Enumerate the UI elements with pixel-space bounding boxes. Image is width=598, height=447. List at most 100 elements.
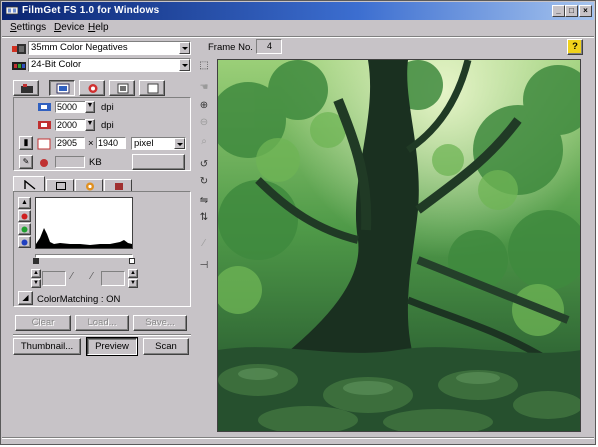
frame-icon (117, 83, 129, 94)
maximize-button[interactable]: □ (565, 5, 578, 17)
file-size-unit: KB (89, 157, 102, 168)
white-point-up[interactable]: ▲ (128, 269, 138, 278)
tab-histogram[interactable] (13, 176, 45, 192)
scanner-icon (21, 84, 33, 93)
black-point-field (42, 271, 66, 286)
color-matching-label: ColorMatching : ON (37, 294, 121, 305)
zoom-in-icon[interactable]: ⊕ (197, 99, 211, 113)
width-field[interactable]: 2905 (55, 137, 85, 149)
frame-tab-button[interactable] (109, 80, 135, 96)
levels-slider-track[interactable] (35, 254, 133, 258)
help-button[interactable]: ? (567, 39, 583, 55)
height-field[interactable]: 1940 (96, 137, 126, 149)
brush-icon: ✎ (22, 157, 30, 166)
scanner-tab-button[interactable] (13, 80, 39, 96)
file-size-icon (40, 159, 48, 167)
question-icon: ? (572, 41, 578, 52)
window-title: FilmGet FS 1.0 for Windows (22, 5, 160, 16)
save-button[interactable]: Save... (133, 315, 187, 331)
chevron-down-icon[interactable] (179, 59, 190, 71)
menu-help[interactable]: Help (88, 22, 109, 33)
thumbnail-button[interactable]: Thumbnail... (13, 338, 81, 355)
black-point-down[interactable]: ▼ (31, 279, 41, 288)
clear-button[interactable]: Clear (15, 315, 71, 331)
input-dpi-unit: dpi (101, 102, 114, 113)
zoom-out-icon[interactable]: ⊖ (197, 116, 211, 130)
rotate-left-icon[interactable]: ↺ (197, 158, 211, 172)
white-point-field (101, 271, 125, 286)
title-bar[interactable]: FilmGet FS 1.0 for Windows _ □ × (2, 2, 594, 20)
app-window: FilmGet FS 1.0 for Windows _ □ × Setting… (0, 0, 596, 445)
app-icon (6, 6, 18, 15)
menu-bar: Settings Device Help (2, 21, 594, 37)
load-button[interactable]: Load... (75, 315, 129, 331)
output-resolution-icon (38, 121, 51, 129)
blue-channel-icon (21, 239, 28, 246)
size-icon (37, 138, 51, 150)
times-sign: × (88, 138, 94, 149)
color-mode-icon (12, 62, 26, 70)
histogram-icon (24, 180, 36, 190)
add-button[interactable] (132, 154, 185, 170)
white-eyedropper-icon[interactable]: ⁄ (91, 271, 93, 282)
eyedropper-icon[interactable]: ⁄ (197, 237, 211, 251)
output-dpi-unit: dpi (101, 120, 114, 131)
film-type-select[interactable]: 35mm Color Negatives (28, 41, 191, 55)
image-icon (56, 83, 70, 94)
flip-icon[interactable]: ⇋ (197, 194, 211, 208)
lock-icon: ▮ (23, 137, 29, 147)
sharpness-icon (115, 183, 123, 190)
color-tab-button[interactable] (79, 80, 105, 96)
crop-tool-icon[interactable]: ⬚ (197, 59, 211, 73)
forest-photo (218, 60, 580, 431)
file-size-field (55, 156, 85, 168)
channel-red-button[interactable] (18, 210, 31, 222)
frame-number-field[interactable]: 4 (256, 39, 282, 54)
color-matching-button[interactable]: ◢ (18, 291, 33, 305)
curve-icon (56, 182, 66, 190)
histogram-curve (36, 228, 132, 248)
rotate-right-icon[interactable]: ↻ (197, 175, 211, 189)
chevron-down-icon[interactable] (174, 138, 185, 149)
channel-blue-button[interactable] (18, 236, 31, 248)
brush-button[interactable]: ✎ (19, 155, 33, 169)
image-tab-button[interactable] (49, 80, 75, 96)
status-separator (2, 437, 594, 439)
color-mode-select[interactable]: 24-Bit Color (28, 58, 191, 72)
menu-settings[interactable]: Settings (10, 22, 46, 33)
preview-button[interactable]: Preview (86, 337, 138, 356)
white-point-down[interactable]: ▼ (128, 279, 138, 288)
size-unit-select[interactable]: pixel (131, 137, 186, 150)
histogram-graph (35, 197, 133, 249)
white-point-handle[interactable] (129, 258, 135, 264)
output-icon (147, 83, 159, 94)
black-eyedropper-icon[interactable]: ⁄ (71, 271, 73, 282)
info-icon[interactable]: ⊣ (197, 259, 211, 273)
panel-separator (13, 334, 191, 336)
menu-device[interactable]: Device (54, 22, 85, 33)
black-point-handle[interactable] (33, 258, 39, 264)
color-mode-value: 24-Bit Color (31, 59, 82, 70)
menu-separator (2, 36, 594, 38)
chevron-down-icon[interactable] (179, 42, 190, 54)
hand-tool-icon[interactable]: ☚ (197, 81, 211, 95)
black-point-up[interactable]: ▲ (31, 269, 41, 278)
color-matching-icon: ◢ (22, 293, 29, 302)
preview-image[interactable] (217, 59, 581, 432)
color-wheel-icon (88, 84, 98, 93)
lock-ratio-button[interactable]: ▮ (19, 136, 33, 150)
close-button[interactable]: × (579, 5, 592, 17)
channel-master-icon: ▲ (21, 199, 28, 206)
chevron-down-icon[interactable]: ▼ (85, 119, 95, 131)
channel-master-button[interactable]: ▲ (18, 197, 31, 209)
frame-number-label: Frame No. (208, 42, 253, 53)
mirror-icon[interactable]: ⇅ (197, 211, 211, 225)
channel-green-button[interactable] (18, 223, 31, 235)
input-resolution-icon (38, 103, 51, 111)
chevron-down-icon[interactable]: ▼ (85, 101, 95, 113)
magnifier-icon[interactable]: ⌕ (197, 135, 211, 149)
minimize-button[interactable]: _ (552, 5, 565, 17)
output-tab-button[interactable] (139, 80, 165, 96)
scan-button[interactable]: Scan (143, 338, 189, 355)
color-balance-icon (86, 182, 94, 191)
